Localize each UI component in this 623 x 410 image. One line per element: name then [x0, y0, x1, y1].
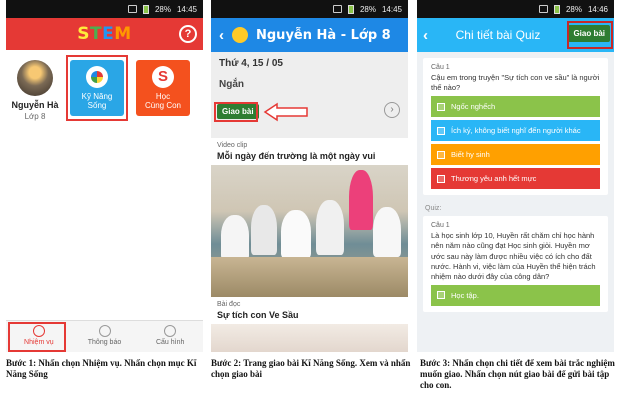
step-2-caption: Bước 2: Trang giao bài Kĩ Năng Sống. Xem…	[211, 358, 411, 379]
child-name: Nguyễn Hà	[11, 100, 59, 110]
avatar	[17, 60, 53, 96]
checkbox-icon	[437, 102, 445, 111]
checkbox-icon	[437, 126, 445, 135]
nav-settings[interactable]: Cấu hình	[137, 321, 203, 352]
video-title[interactable]: Mỗi ngày đến trường là một ngày vui	[211, 149, 408, 165]
highlight-box	[8, 322, 66, 352]
checkbox-icon	[437, 291, 445, 300]
learn-with-child-icon: S	[152, 66, 174, 88]
wifi-icon	[127, 5, 137, 13]
answer-option[interactable]: Ích kỷ, không biết nghĩ đến người khác	[431, 120, 600, 142]
answer-option[interactable]: Thương yêu anh hết mực	[431, 168, 600, 190]
home-content: Nguyễn Hà Lớp 8 Kỹ Năng Sống S Học Cùng …	[6, 50, 203, 320]
checkbox-icon	[437, 174, 445, 183]
clock: 14:45	[381, 4, 402, 14]
clock: 14:45	[176, 4, 197, 14]
learn-with-child-label-2: Cùng Con	[144, 101, 182, 110]
checkbox-icon	[437, 150, 445, 159]
learn-with-child-tile[interactable]: S Học Cùng Con	[136, 60, 190, 116]
reading-thumbnail[interactable]	[211, 324, 408, 352]
pointer-arrow-icon	[263, 102, 308, 122]
lesson-card: Thứ 4, 15 / 05 Ngắn Giao bài ›	[211, 52, 408, 138]
child-profile[interactable]: Nguyễn Hà Lớp 8	[10, 60, 60, 121]
back-arrow-icon[interactable]: ‹	[219, 27, 224, 44]
highlight-box	[214, 102, 258, 122]
battery-icon	[347, 4, 354, 14]
app-logo: STEM	[77, 24, 132, 44]
battery-icon	[142, 4, 149, 14]
learn-with-child-label-1: Học	[155, 92, 171, 101]
answer-option[interactable]: Học tập.	[431, 284, 600, 306]
nav-notifications-label: Thông báo	[87, 339, 122, 346]
wifi-icon	[332, 5, 342, 13]
answer-option-label: Thương yêu anh hết mực	[451, 174, 537, 184]
lesson-date: Thứ 4, 15 / 05	[219, 58, 283, 69]
wifi-icon	[538, 5, 548, 13]
child-grade: Lớp 8	[24, 112, 46, 121]
battery-level: 28%	[565, 4, 582, 14]
answer-option-label: Biết hy sinh	[451, 150, 490, 160]
app-header: STEM ?	[6, 18, 203, 50]
app-header: ‹ Chi tiết bài Quiz Giao bài	[417, 18, 614, 52]
help-icon[interactable]: ?	[179, 25, 197, 43]
question-text: Cậu em trong truyện "Sự tích con ve sầu"…	[431, 73, 600, 93]
question-card: Câu 1 Là học sinh lớp 10, Huyền rất chăm…	[423, 216, 608, 312]
question-text: Là học sinh lớp 10, Huyền rất chăm chỉ h…	[431, 231, 596, 281]
page-title: Nguyễn Hà - Lớp 8	[256, 27, 391, 43]
reading-section-label: Bài đọc	[217, 301, 241, 308]
step-1-caption: Bước 1: Nhấn chọn Nhiệm vụ. Nhấn chọn mụ…	[6, 358, 197, 379]
lesson-subject: Ngắn	[219, 79, 244, 90]
answer-option[interactable]: Ngốc nghếch	[431, 96, 600, 118]
highlight-box	[66, 55, 128, 121]
app-header: ‹ Nguyễn Hà - Lớp 8	[211, 18, 408, 52]
quiz-section-label: Quiz:	[425, 205, 442, 213]
clock: 14:46	[587, 4, 608, 14]
app-logo-icon	[232, 27, 248, 43]
video-thumbnail[interactable]	[211, 165, 408, 297]
nav-settings-label: Cấu hình	[155, 339, 185, 346]
battery-icon	[553, 4, 560, 14]
question-number: Câu 1	[431, 222, 450, 230]
bell-icon	[98, 325, 111, 337]
question-number: Câu 1	[431, 64, 450, 71]
gear-icon	[164, 325, 177, 337]
question-card: Câu 1 Cậu em trong truyện "Sự tích con v…	[423, 58, 608, 196]
video-section-label: Video clip	[217, 142, 248, 149]
step-3-caption: Bước 3: Nhấn chọn chi tiết để xem bài tr…	[420, 358, 615, 390]
screen-quiz-detail: 28% 14:46 ‹ Chi tiết bài Quiz Giao bài C…	[417, 0, 614, 352]
answer-option-label: Học tập.	[451, 290, 479, 300]
battery-level: 28%	[359, 4, 376, 14]
screen-assign: 28% 14:45 ‹ Nguyễn Hà - Lớp 8 Thứ 4, 15 …	[211, 0, 408, 352]
status-bar: 28% 14:45	[211, 0, 408, 18]
answer-option-label: Ích kỷ, không biết nghĩ đến người khác	[451, 126, 581, 136]
reading-title[interactable]: Sự tích con Ve Sầu	[211, 308, 408, 324]
highlight-box	[567, 21, 613, 49]
answer-option-label: Ngốc nghếch	[451, 102, 496, 112]
battery-level: 28%	[154, 4, 171, 14]
nav-notifications[interactable]: Thông báo	[72, 321, 138, 352]
screen-home: 28% 14:45 STEM ? Nguyễn Hà Lớp 8 Kỹ Năng…	[6, 0, 203, 352]
chevron-right-icon[interactable]: ›	[384, 102, 400, 118]
answer-option[interactable]: Biết hy sinh	[431, 144, 600, 166]
status-bar: 28% 14:45	[6, 0, 203, 18]
quiz-content: Câu 1 Cậu em trong truyện "Sự tích con v…	[417, 52, 614, 352]
status-bar: 28% 14:46	[417, 0, 614, 18]
